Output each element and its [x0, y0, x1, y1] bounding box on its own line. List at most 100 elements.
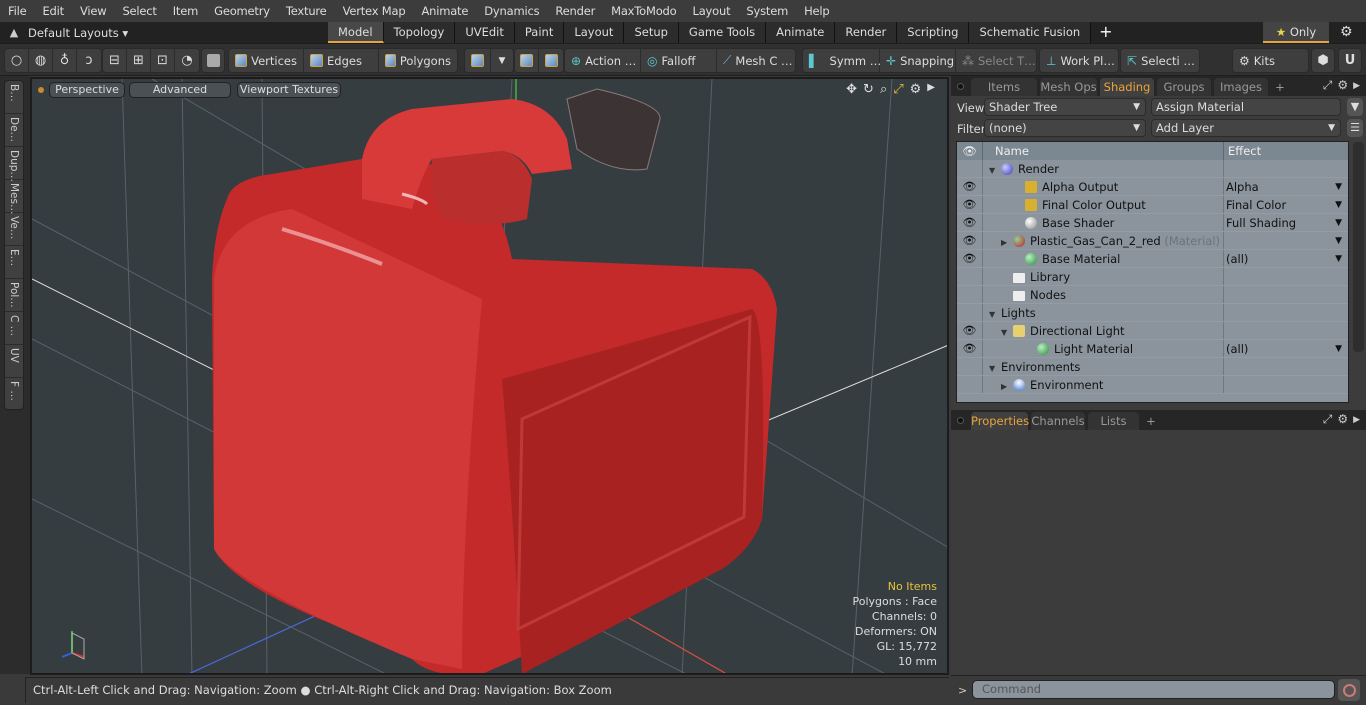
rotate-icon[interactable]: ↻	[863, 82, 874, 97]
layout-tab-scripting[interactable]: Scripting	[897, 22, 970, 43]
visibility-eye-icon[interactable]	[957, 160, 983, 177]
list-options-icon[interactable]: ☰	[1347, 119, 1363, 137]
visibility-eye-icon[interactable]: 👁	[957, 340, 983, 357]
effect-column-header[interactable]: Effect	[1224, 142, 1261, 160]
material-mode-icon[interactable]	[465, 49, 491, 72]
assign-material-button[interactable]: Assign Material	[1151, 98, 1341, 116]
visibility-eye-icon[interactable]	[957, 358, 983, 375]
mode-dropdown-arrow[interactable]: ▼	[491, 49, 513, 72]
panel-tab-properties[interactable]: Properties	[971, 412, 1029, 430]
move-icon[interactable]: ✥	[846, 82, 857, 97]
cross-grid-icon[interactable]: ⊞	[127, 49, 151, 72]
chevron-down-icon[interactable]: ▼	[1335, 250, 1342, 268]
vertices-button[interactable]: Vertices	[229, 49, 304, 72]
shader-tree-row[interactable]: ▼ Render	[957, 160, 1348, 178]
edges-button[interactable]: Edges	[304, 49, 379, 72]
menu-vertex-map[interactable]: Vertex Map	[335, 0, 414, 22]
shader-tree-row[interactable]: 👁 Alpha Output Alpha ▼	[957, 178, 1348, 196]
left-tab[interactable]: Dup…	[5, 147, 23, 182]
only-button[interactable]: ★ Only	[1263, 22, 1329, 43]
panel-tab-shading[interactable]: Shading	[1100, 78, 1154, 96]
frame-icon[interactable]: ⊡	[151, 49, 175, 72]
unity-icon[interactable]: ⬢	[1312, 49, 1334, 72]
shader-tree-row[interactable]: 👁 Base Shader Full Shading ▼	[957, 214, 1348, 232]
menu-item[interactable]: Item	[165, 0, 206, 22]
left-tab[interactable]: Mes…	[5, 180, 23, 215]
menu-select[interactable]: Select	[114, 0, 164, 22]
menu-file[interactable]: File	[0, 0, 34, 22]
chevron-down-icon[interactable]: ▼	[1335, 178, 1342, 196]
filter-dropdown[interactable]: (none) ▼	[984, 119, 1146, 137]
layout-tab-schematic-fusion[interactable]: Schematic Fusion	[969, 22, 1092, 43]
visibility-eye-icon[interactable]	[957, 376, 983, 393]
row-effect-cell[interactable]: Final Color ▼	[1224, 196, 1348, 213]
gear-icon[interactable]: ⚙	[1340, 22, 1353, 43]
layout-tab-setup[interactable]: Setup	[624, 22, 679, 43]
shader-tree-row[interactable]: 👁 ▼ Directional Light	[957, 322, 1348, 340]
visibility-eye-icon[interactable]: 👁	[957, 178, 983, 195]
clock-icon[interactable]: ◔	[175, 49, 199, 72]
layout-tab-uvedit[interactable]: UVEdit	[455, 22, 515, 43]
layout-tab-model[interactable]: Model	[328, 22, 384, 43]
visibility-column-icon[interactable]: 👁	[957, 142, 983, 160]
viewport-status-dot[interactable]	[38, 87, 44, 93]
row-effect-cell[interactable]: ▼	[1224, 232, 1348, 249]
chevron-right-icon[interactable]: ▶	[1353, 78, 1360, 94]
layout-tab-layout[interactable]: Layout	[564, 22, 625, 43]
layout-tab-paint[interactable]: Paint	[514, 22, 565, 43]
menu-edit[interactable]: Edit	[34, 0, 71, 22]
left-tab[interactable]: Ve…	[5, 213, 23, 246]
layout-tab-render[interactable]: Render	[835, 22, 898, 43]
panel-tab-groups[interactable]: Groups	[1157, 78, 1211, 96]
globe-icon[interactable]: ◍	[29, 49, 53, 72]
path-tool-icon[interactable]: ↄ	[77, 49, 101, 72]
3d-viewport[interactable]: Perspective Advanced Viewport Textures ✥…	[30, 77, 949, 675]
shader-tree-row[interactable]: 👁 ▶ Plastic_Gas_Can_2_red (Material) ▼	[957, 232, 1348, 250]
left-tab[interactable]: C …	[5, 312, 23, 345]
item-mode-cube-icon[interactable]	[202, 49, 224, 72]
unreal-icon[interactable]: U	[1339, 49, 1361, 72]
expand-icon[interactable]: ⤢	[1323, 78, 1333, 94]
collapse-up-icon[interactable]: ▲	[0, 26, 28, 39]
visibility-eye-icon[interactable]: 👁	[957, 232, 983, 249]
menu-geometry[interactable]: Geometry	[206, 0, 278, 22]
menu-render[interactable]: Render	[547, 0, 603, 22]
menu-view[interactable]: View	[72, 0, 115, 22]
panel-menu-dot[interactable]	[957, 83, 964, 90]
stack-icon[interactable]: ⊟	[103, 49, 127, 72]
maximize-icon[interactable]: ⤢	[893, 82, 903, 97]
advanced-button[interactable]: Advanced	[129, 82, 231, 98]
chevron-down-icon[interactable]: ▼	[1335, 196, 1342, 214]
left-tab[interactable]: Pol…	[5, 279, 23, 312]
expand-toggle-icon[interactable]: ▶	[1001, 378, 1013, 396]
layout-tab-game-tools[interactable]: Game Tools	[678, 22, 767, 43]
viewport-textures-button[interactable]: Viewport Textures	[237, 82, 341, 98]
selection-sets-button[interactable]: ⇱ Selecti …	[1121, 49, 1199, 72]
chevron-down-icon[interactable]: ▼	[1335, 214, 1342, 232]
left-tab[interactable]: UV	[5, 345, 23, 378]
menu-help[interactable]: Help	[796, 0, 837, 22]
gear-icon[interactable]: ⚙	[910, 82, 922, 97]
menu-system[interactable]: System	[738, 0, 796, 22]
mesh-constraint-button[interactable]: ⟋ Mesh C …	[717, 49, 795, 72]
visibility-eye-icon[interactable]	[957, 268, 983, 285]
menu-texture[interactable]: Texture	[278, 0, 335, 22]
chevron-down-icon[interactable]: ▼	[1335, 232, 1342, 250]
row-effect-cell[interactable]: Full Shading ▼	[1224, 214, 1348, 231]
row-effect-cell[interactable]: (all) ▼	[1224, 340, 1348, 357]
panel-tab-lists[interactable]: Lists	[1088, 412, 1139, 430]
command-history-button[interactable]	[1338, 679, 1360, 701]
chevron-down-icon[interactable]: ▼	[1335, 340, 1342, 358]
menu-animate[interactable]: Animate	[413, 0, 476, 22]
symmetry-button[interactable]: ▌ Symm …	[803, 49, 881, 72]
filter-funnel-icon[interactable]: ▼	[1347, 98, 1363, 116]
select-through-button[interactable]: ⁂ Select T…	[956, 49, 1036, 72]
chevron-right-icon[interactable]: ▶	[927, 82, 935, 97]
shader-tree-row[interactable]: ▼ Environments	[957, 358, 1348, 376]
perspective-button[interactable]: Perspective	[49, 82, 125, 98]
panel-menu-dot[interactable]	[957, 417, 964, 424]
left-tab[interactable]: De…	[5, 114, 23, 147]
menu-maxtomodo[interactable]: MaxToModo	[603, 0, 684, 22]
panel-tab-images[interactable]: Images	[1214, 78, 1268, 96]
panel-tab-mesh-ops[interactable]: Mesh Ops	[1040, 78, 1097, 96]
